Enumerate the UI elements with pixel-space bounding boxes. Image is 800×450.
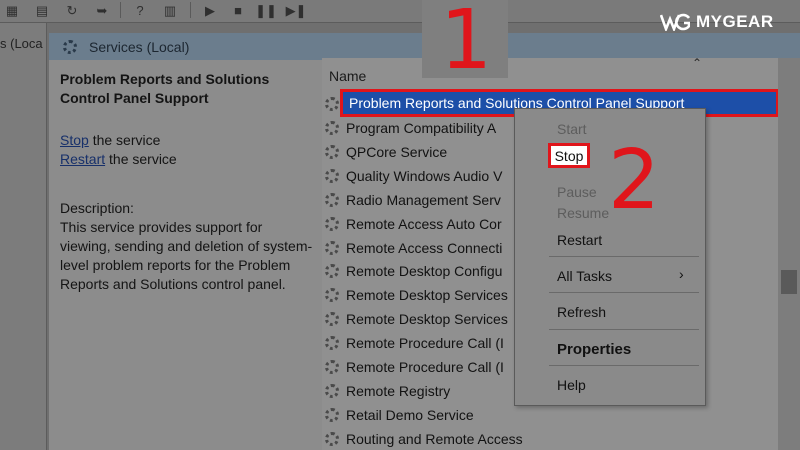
menu-item-refresh[interactable]: Refresh bbox=[557, 304, 606, 320]
service-name: Remote Procedure Call (I bbox=[346, 335, 504, 352]
console-tree-icon[interactable]: ▦ bbox=[2, 1, 22, 19]
service-gear-icon bbox=[325, 168, 339, 183]
start-service-icon[interactable]: ▶ bbox=[200, 1, 220, 19]
service-gear-icon bbox=[325, 240, 339, 255]
service-name: Remote Registry bbox=[346, 382, 451, 399]
service-title: Problem Reports and Solutions Control Pa… bbox=[60, 71, 270, 106]
service-name: Retail Demo Service bbox=[346, 406, 474, 423]
table-row[interactable]: Routing and Remote Access bbox=[325, 428, 780, 450]
service-gear-icon bbox=[325, 121, 339, 135]
gear-icon bbox=[63, 39, 77, 54]
service-name: Program Compatibility A bbox=[346, 120, 497, 136]
restart-suffix: the service bbox=[105, 151, 177, 167]
sort-up-icon: ⌃ bbox=[692, 56, 703, 70]
menu-item-stop-label: Stop bbox=[554, 147, 584, 164]
menu-item-resume[interactable]: Resume bbox=[557, 205, 609, 221]
selected-row-icon-wrap bbox=[325, 93, 343, 115]
menu-separator bbox=[549, 329, 699, 330]
restart-line: Restart the service bbox=[60, 150, 315, 169]
menu-item-properties[interactable]: Properties bbox=[557, 341, 631, 358]
restart-service-link[interactable]: Restart bbox=[60, 151, 105, 167]
menu-item-all-tasks[interactable]: All Tasks bbox=[557, 268, 612, 284]
console-tree: s (Loca bbox=[0, 23, 47, 450]
column-header-name[interactable]: Name bbox=[329, 68, 366, 84]
export-list-icon[interactable]: ➥ bbox=[92, 1, 112, 19]
service-name: Remote Desktop Services bbox=[346, 287, 508, 304]
service-gear-icon bbox=[325, 407, 339, 422]
mygear-logo-icon bbox=[660, 13, 690, 31]
service-gear-icon bbox=[325, 288, 339, 303]
menu-item-restart[interactable]: Restart bbox=[557, 232, 602, 248]
service-gear-icon bbox=[325, 360, 339, 374]
service-name: Remote Procedure Call (I bbox=[346, 359, 504, 375]
show-hide-pane-icon[interactable]: ▥ bbox=[160, 1, 180, 19]
tree-item-services-local[interactable]: s (Loca bbox=[0, 36, 43, 51]
service-name: Remote Access Connecti bbox=[346, 239, 503, 256]
step-1-annotation: 1 bbox=[440, 0, 493, 88]
stop-service-icon[interactable]: ■ bbox=[228, 1, 248, 19]
service-details: Problem Reports and Solutions Control Pa… bbox=[60, 70, 315, 294]
service-name: Remote Desktop Services bbox=[346, 311, 508, 328]
service-gear-icon bbox=[325, 216, 339, 231]
service-name: Quality Windows Audio V bbox=[346, 167, 503, 184]
logo-text: MYGEAR bbox=[696, 12, 774, 31]
restart-service-icon[interactable]: ▶❚ bbox=[286, 1, 307, 19]
description-label: Description: bbox=[60, 200, 134, 216]
stop-suffix: the service bbox=[88, 132, 161, 148]
step-2-annotation: 2 bbox=[608, 133, 661, 228]
menu-separator bbox=[549, 256, 699, 257]
description-text: This service provides support for viewin… bbox=[60, 219, 313, 292]
pause-service-icon[interactable]: ❚❚ bbox=[255, 1, 277, 19]
service-name: QPCore Service bbox=[346, 143, 448, 160]
menu-item-start[interactable]: Start bbox=[557, 121, 587, 137]
service-name: Remote Desktop Configu bbox=[346, 263, 503, 280]
refresh-icon[interactable]: ↻ bbox=[62, 1, 82, 19]
properties-icon[interactable]: ▤ bbox=[32, 1, 52, 19]
panel-title: Services (Local) bbox=[89, 38, 190, 55]
service-gear-icon bbox=[325, 144, 339, 159]
table-row[interactable]: Retail Demo Service bbox=[325, 404, 780, 426]
service-name: Radio Management Serv bbox=[346, 191, 501, 208]
scrollbar-thumb[interactable] bbox=[781, 270, 797, 294]
toolbar-separator bbox=[190, 2, 191, 18]
service-name: Remote Access Auto Cor bbox=[346, 215, 502, 232]
stop-line: Stop the service bbox=[60, 131, 315, 150]
menu-separator bbox=[549, 292, 699, 293]
menu-separator bbox=[549, 365, 699, 366]
menu-item-pause[interactable]: Pause bbox=[557, 184, 597, 200]
service-gear-icon bbox=[325, 431, 339, 446]
service-name: Routing and Remote Access bbox=[346, 430, 523, 447]
menu-item-help[interactable]: Help bbox=[557, 377, 586, 393]
service-gear-icon bbox=[325, 192, 339, 207]
service-gear-icon bbox=[325, 312, 339, 327]
submenu-arrow-icon: › bbox=[679, 266, 684, 282]
stop-service-link[interactable]: Stop bbox=[60, 132, 89, 148]
service-gear-icon bbox=[325, 336, 339, 351]
service-gear-icon bbox=[325, 97, 339, 111]
menu-item-stop[interactable]: Stop bbox=[548, 143, 590, 168]
help-icon[interactable]: ? bbox=[130, 1, 150, 19]
mygear-logo: MYGEAR bbox=[660, 12, 774, 32]
service-gear-icon bbox=[325, 383, 339, 398]
toolbar-separator bbox=[120, 2, 121, 18]
service-gear-icon bbox=[325, 264, 339, 279]
vertical-scrollbar[interactable] bbox=[778, 58, 800, 450]
